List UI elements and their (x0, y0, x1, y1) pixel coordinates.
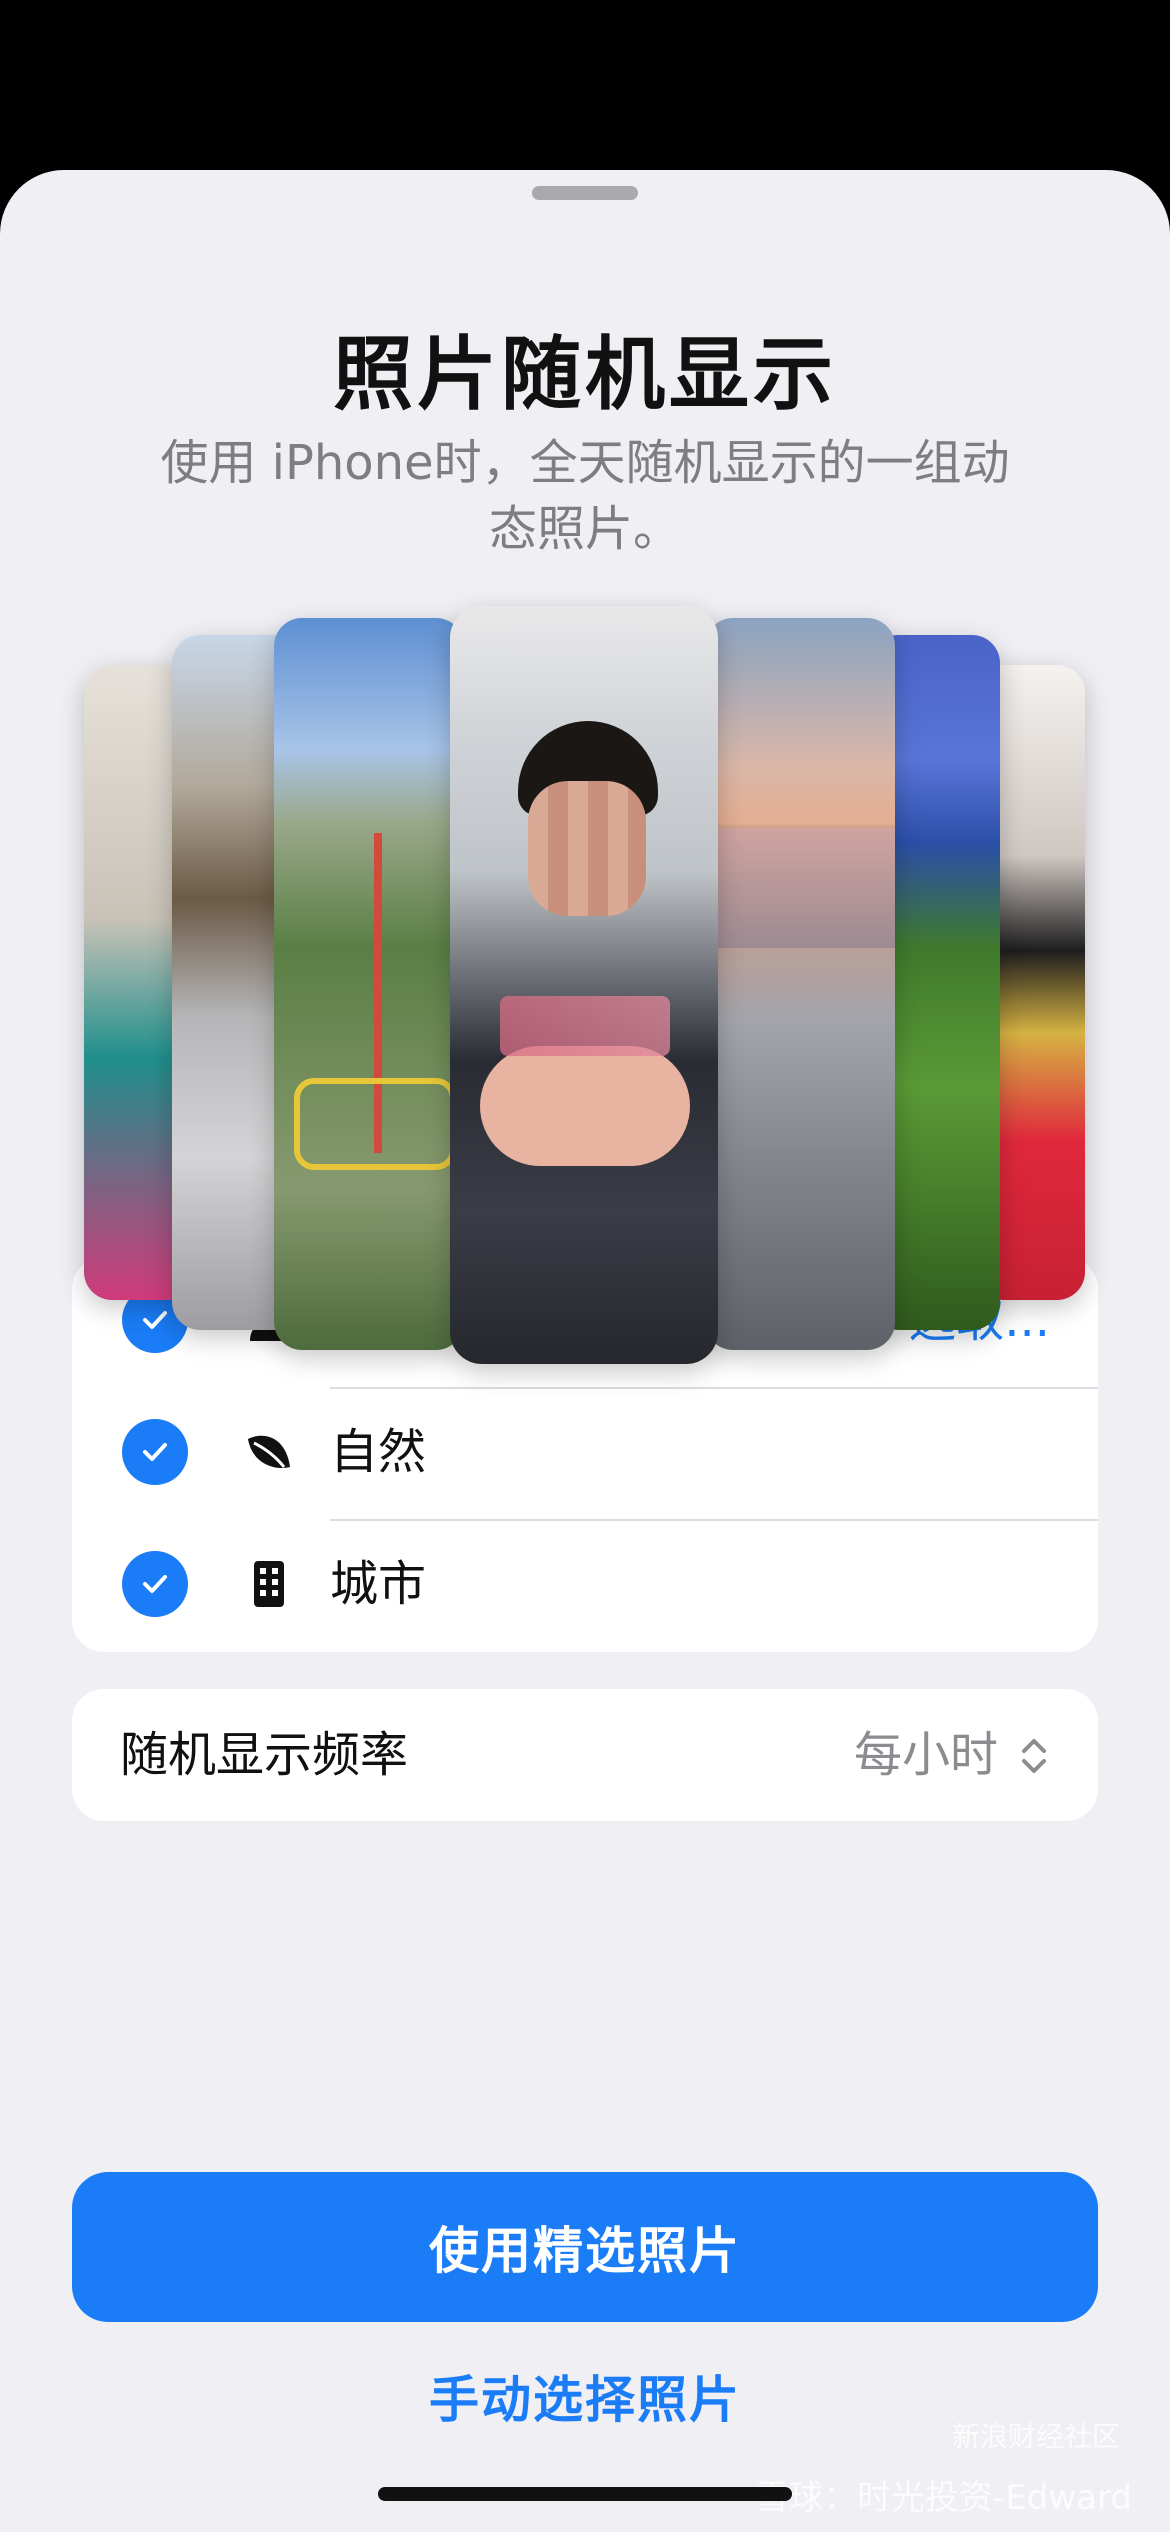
frequency-row[interactable]: 随机显示频率 每小时 (72, 1689, 1098, 1821)
watermark-line2: 雪球：时光投资-Edward (755, 2478, 1132, 2518)
preview-photo-amusement-park (274, 618, 464, 1350)
use-featured-photos-button[interactable]: 使用精选照片 (72, 2172, 1098, 2322)
option-label: 城市 (330, 1556, 427, 1612)
coaster-shape (294, 1078, 456, 1170)
up-down-chevron-icon[interactable] (1016, 1733, 1052, 1779)
checkmark-icon[interactable] (122, 1551, 188, 1617)
frequency-value[interactable]: 每小时 (854, 1722, 998, 1788)
option-row-city[interactable]: 城市 (72, 1521, 1098, 1651)
sheet-title: 照片随机显示 (333, 328, 837, 421)
blurred-face (528, 781, 646, 916)
option-row-nature[interactable]: 自然 (72, 1389, 1098, 1519)
preview-photo-lake-sunset (705, 618, 895, 1350)
option-label: 自然 (330, 1424, 427, 1480)
leaf-icon (248, 1435, 290, 1468)
sheet-subtitle: 使用 iPhone时，全天随机显示的一组动态照片。 (160, 435, 1010, 557)
checkmark-icon[interactable] (122, 1419, 188, 1485)
preview-photo-featured-portrait (450, 606, 718, 1364)
lake-shape (705, 828, 895, 948)
frequency-label: 随机显示频率 (120, 1727, 409, 1783)
building-icon (254, 1561, 284, 1607)
watermark-line1: 新浪财经社区 (951, 2420, 1120, 2453)
home-indicator[interactable] (378, 2487, 792, 2501)
sheet-grabber[interactable] (532, 186, 638, 200)
shuffle-setup-sheet: 照片随机显示 使用 iPhone时，全天随机显示的一组动态照片。 人物 选取..… (0, 170, 1170, 2532)
